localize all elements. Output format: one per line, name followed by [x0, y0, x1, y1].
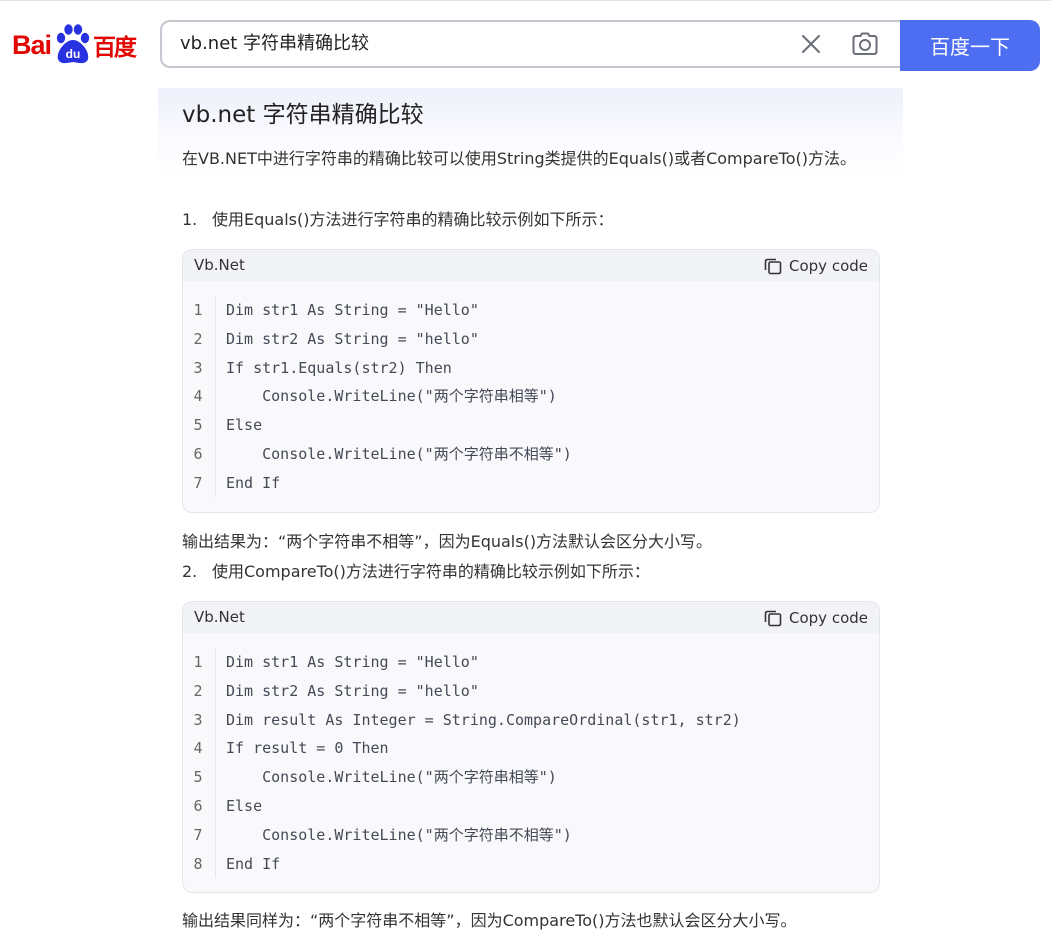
line-number: 3 [193, 358, 203, 377]
close-icon[interactable] [800, 33, 822, 55]
search-input[interactable] [180, 22, 780, 66]
result-text-1: 输出结果为：“两个字符串不相等”，因为Equals()方法默认会区分大小写。 [182, 532, 713, 551]
code-line: 8 End If [183, 850, 879, 879]
code-header: Vb.Net Copy code [183, 250, 879, 281]
code-text: End If [226, 854, 281, 873]
line-number: 3 [193, 710, 203, 729]
line-number: 1 [193, 653, 203, 671]
code-text: Dim str1 As String = "Hello" [226, 653, 479, 671]
code-line: 3 If str1.Equals(str2) Then [183, 354, 879, 383]
copy-code-button[interactable]: Copy code [764, 602, 868, 633]
code-body: 1 Dim str1 As String = "Hello" 2 Dim str2 … [183, 633, 879, 878]
code-text: Dim result As Integer = String.CompareOr… [226, 710, 741, 729]
line-number: 2 [193, 681, 203, 700]
code-text: Dim str2 As String = "hello" [226, 329, 479, 348]
ai-answer-card: vb.net 字符串精确比较 在VB.NET中进行字符串的精确比较可以使用Str… [158, 88, 903, 945]
code-text: Console.WriteLine("两个字符串相等") [226, 387, 557, 406]
result-text-2: 输出结果同样为：“两个字符串不相等”，因为CompareTo()方法也默认会区分… [182, 911, 797, 930]
code-text: If result = 0 Then [226, 739, 389, 758]
list-number: 1. [182, 210, 198, 229]
code-line: 3 Dim result As Integer = String.CompareO… [183, 706, 879, 735]
code-line: 1 Dim str1 As String = "Hello" [183, 296, 879, 325]
code-line: 4 If result = 0 Then [183, 734, 879, 763]
list-number: 2. [182, 562, 198, 581]
code-text: Console.WriteLine("两个字符串相等") [226, 768, 557, 787]
logo-text-left: Bai [12, 29, 52, 60]
code-language-label: Vb.Net [194, 256, 245, 274]
list-item-step-1: 1. 使用Equals()方法进行字符串的精确比较示例如下所示： [182, 205, 872, 234]
line-number: 6 [193, 796, 203, 815]
list-item-step-2: 2. 使用CompareTo()方法进行字符串的精确比较示例如下所示： [182, 557, 872, 586]
copy-code-label: Copy code [789, 256, 868, 275]
code-line: 1 Dim str1 As String = "Hello" [183, 648, 879, 677]
code-text: Console.WriteLine("两个字符串不相等") [226, 444, 572, 463]
code-line: 5 Console.WriteLine("两个字符串相等") [183, 763, 879, 792]
line-number: 5 [193, 416, 203, 435]
paw-logo-icon: du [52, 23, 92, 67]
code-text: Dim str2 As String = "hello" [226, 681, 479, 700]
line-number: 2 [193, 329, 203, 348]
code-block-1: Vb.Net Copy code 1 Dim str1 As String = "… [182, 249, 880, 513]
code-line: 4 Console.WriteLine("两个字符串相等") [183, 382, 879, 411]
code-text: End If [226, 473, 281, 492]
code-line: 7 End If [183, 469, 879, 498]
code-line: 6 Console.WriteLine("两个字符串不相等") [183, 440, 879, 469]
code-line: 2 Dim str2 As String = "hello" [183, 325, 879, 354]
logo-text-right: 百度 [93, 35, 137, 61]
line-number: 7 [193, 473, 203, 492]
svg-text:du: du [66, 47, 81, 61]
header: Bai du 百度 百度一下 [0, 1, 1051, 87]
baidu-logo[interactable]: Bai du 百度 [12, 23, 144, 67]
copy-icon [764, 258, 782, 274]
code-line: 6 Else [183, 792, 879, 821]
copy-icon [764, 610, 782, 626]
code-text: Console.WriteLine("两个字符串不相等") [226, 825, 572, 844]
code-body: 1 Dim str1 As String = "Hello" 2 Dim str2 … [183, 281, 879, 498]
code-line: 7 Console.WriteLine("两个字符串不相等") [183, 821, 879, 850]
code-line: 5 Else [183, 411, 879, 440]
copy-code-button[interactable]: Copy code [764, 250, 868, 281]
line-number: 7 [193, 825, 203, 844]
line-number: 6 [193, 444, 203, 463]
line-number: 8 [193, 854, 203, 873]
code-block-2: Vb.Net Copy code 1 Dim str1 As String = "… [182, 601, 880, 893]
line-number: 5 [193, 768, 203, 787]
answer-title: vb.net 字符串精确比较 [182, 102, 424, 128]
list-text: 使用CompareTo()方法进行字符串的精确比较示例如下所示： [212, 562, 650, 581]
line-number: 1 [193, 301, 203, 319]
list-text: 使用Equals()方法进行字符串的精确比较示例如下所示： [212, 210, 614, 229]
search-button[interactable]: 百度一下 [900, 20, 1040, 71]
code-text: Else [226, 416, 263, 435]
code-line: 2 Dim str2 As String = "hello" [183, 677, 879, 706]
code-header: Vb.Net Copy code [183, 602, 879, 633]
answer-intro: 在VB.NET中进行字符串的精确比较可以使用String类提供的Equals()… [182, 149, 856, 168]
code-text: If str1.Equals(str2) Then [226, 358, 452, 377]
code-text: Else [226, 796, 263, 815]
code-text: Dim str1 As String = "Hello" [226, 301, 479, 319]
line-number: 4 [193, 739, 203, 758]
line-number: 4 [193, 387, 203, 406]
code-language-label: Vb.Net [194, 608, 245, 626]
camera-icon[interactable] [852, 32, 878, 56]
search-box [160, 20, 904, 68]
copy-code-label: Copy code [789, 608, 868, 627]
